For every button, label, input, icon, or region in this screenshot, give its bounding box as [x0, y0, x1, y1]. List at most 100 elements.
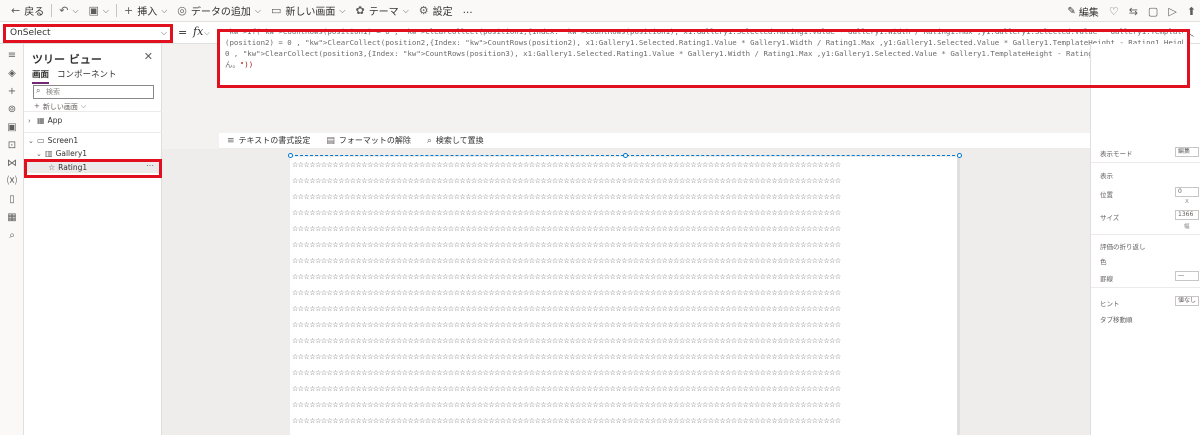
formula-line-2: (position2) = 0 , "kw">ClearCollect(posi… [225, 38, 1183, 47]
divider [1091, 234, 1200, 235]
tree-search-input[interactable]: ⌕ 検索 [33, 85, 154, 99]
find-replace-button[interactable]: ⌕ 検索して置換 [427, 135, 484, 146]
data-icon[interactable]: ⊚ [6, 104, 18, 116]
tree-view-title: ツリー ビュー [32, 53, 102, 66]
more-button[interactable]: … [458, 0, 478, 22]
new-screen-icon: ▭ [270, 4, 282, 17]
hamburger-icon[interactable]: ≡ [6, 50, 18, 62]
rating-row[interactable]: ☆☆☆☆☆☆☆☆☆☆☆☆☆☆☆☆☆☆☆☆☆☆☆☆☆☆☆☆☆☆☆☆☆☆☆☆☆☆☆☆… [292, 273, 958, 282]
automate-icon[interactable]: ⊡ [6, 140, 18, 152]
formula-line-3: 0 , "kw">ClearCollect(position3,{Index: … [225, 49, 1183, 58]
chevron-down-icon: ⌄ [36, 149, 42, 158]
command-bar: ← 戻る ↶ ⌵ ▣ ⌵ + 挿入 ⌵ ◎ データの追加 ⌵ ▭ 新しい画面 ⌵ ✿ テーマ ⌵ ⚙ 設… [0, 0, 1200, 22]
theme-button[interactable]: ✿ テーマ ⌵ [350, 0, 413, 22]
tree-node-gallery1[interactable]: ⌄ ▥ Gallery1 [36, 149, 87, 158]
tree-node-rating1-row[interactable]: ☆ Rating1 ⋯ [26, 161, 160, 173]
size-width-input[interactable]: 1366 [1175, 210, 1199, 220]
search-icon: ⌕ [36, 86, 41, 95]
gear-icon: ⚙ [418, 4, 429, 17]
storage-icon[interactable]: ▯ [6, 194, 18, 206]
comment-icon[interactable]: ▢ [1148, 5, 1158, 18]
screen-icon: ▭ [37, 136, 45, 145]
design-canvas[interactable]: ☆☆☆☆☆☆☆☆☆☆☆☆☆☆☆☆☆☆☆☆☆☆☆☆☆☆☆☆☆☆☆☆☆☆☆☆☆☆☆☆… [162, 149, 1090, 435]
stethoscope-icon[interactable]: ♡ [1109, 5, 1119, 18]
resize-handle[interactable] [957, 153, 962, 158]
rating-row[interactable]: ☆☆☆☆☆☆☆☆☆☆☆☆☆☆☆☆☆☆☆☆☆☆☆☆☆☆☆☆☆☆☆☆☆☆☆☆☆☆☆☆… [292, 369, 958, 378]
rating-icon: ☆ [48, 163, 56, 172]
toolbar-divider [116, 4, 117, 17]
size-label: サイズ [1100, 214, 1120, 222]
more-options-icon[interactable]: ⋯ [146, 161, 154, 170]
rating-wrap-label: 評価の折り返し [1100, 243, 1146, 251]
publish-icon[interactable]: ⬆ [1187, 5, 1196, 18]
back-button[interactable]: ← 戻る [6, 0, 49, 22]
rating-row[interactable]: ☆☆☆☆☆☆☆☆☆☆☆☆☆☆☆☆☆☆☆☆☆☆☆☆☆☆☆☆☆☆☆☆☆☆☆☆☆☆☆☆… [292, 353, 958, 362]
rating-row[interactable]: ☆☆☆☆☆☆☆☆☆☆☆☆☆☆☆☆☆☆☆☆☆☆☆☆☆☆☆☆☆☆☆☆☆☆☆☆☆☆☆☆… [292, 257, 958, 266]
new-screen-button[interactable]: ▭ 新しい画面 ⌵ [266, 0, 350, 22]
visible-label: 表示 [1100, 172, 1113, 180]
format-text-icon: ≡ [227, 135, 235, 146]
rating-row[interactable]: ☆☆☆☆☆☆☆☆☆☆☆☆☆☆☆☆☆☆☆☆☆☆☆☆☆☆☆☆☆☆☆☆☆☆☆☆☆☆☆☆… [292, 337, 958, 346]
tab-screens[interactable]: 画面 [32, 68, 50, 84]
paste-button[interactable]: ▣ ⌵ [84, 0, 114, 22]
tree-view-panel: ツリー ビュー ✕ 画面 コンポーネント ⌕ 検索 + 新しい画面 ⌵ › ▦ … [24, 44, 162, 435]
rating-row[interactable]: ☆☆☆☆☆☆☆☆☆☆☆☆☆☆☆☆☆☆☆☆☆☆☆☆☆☆☆☆☆☆☆☆☆☆☆☆☆☆☆☆… [292, 177, 958, 186]
hint-input[interactable]: 値なし [1175, 296, 1199, 306]
app-icon: ▦ [37, 116, 45, 125]
chevron-down-icon: ⌵ [254, 5, 261, 15]
tree-node-app[interactable]: › ▦ App [28, 116, 62, 125]
layers-icon[interactable]: ◈ [6, 68, 18, 80]
display-mode-dropdown[interactable]: 編集 [1175, 147, 1199, 157]
fx-button[interactable]: fx⌵ [193, 25, 217, 41]
clipboard-icon: ▣ [88, 4, 99, 17]
add-data-button[interactable]: ◎ データの追加 ⌵ [172, 0, 266, 22]
play-icon[interactable]: ▷ [1168, 5, 1176, 18]
rating-row[interactable]: ☆☆☆☆☆☆☆☆☆☆☆☆☆☆☆☆☆☆☆☆☆☆☆☆☆☆☆☆☆☆☆☆☆☆☆☆☆☆☆☆… [292, 417, 958, 426]
rating-row[interactable]: ☆☆☆☆☆☆☆☆☆☆☆☆☆☆☆☆☆☆☆☆☆☆☆☆☆☆☆☆☆☆☆☆☆☆☆☆☆☆☆☆… [292, 225, 958, 234]
variables-icon[interactable]: ⒳ [6, 176, 18, 188]
insert-plus-icon[interactable]: + [6, 86, 18, 98]
plus-icon: + [124, 4, 134, 17]
palette-icon: ✿ [355, 4, 365, 17]
rating-row[interactable]: ☆☆☆☆☆☆☆☆☆☆☆☆☆☆☆☆☆☆☆☆☆☆☆☆☆☆☆☆☆☆☆☆☆☆☆☆☆☆☆☆… [292, 289, 958, 298]
undo-button[interactable]: ↶ ⌵ [54, 0, 83, 22]
gallery-icon: ▥ [45, 149, 53, 158]
divider [24, 132, 162, 133]
insert-button[interactable]: + 挿入 ⌵ [119, 0, 172, 22]
size-width-caption: 幅 [1184, 224, 1190, 230]
color-label: 色 [1100, 258, 1107, 266]
resize-handle[interactable] [288, 153, 293, 158]
connector-icon[interactable]: ⋈ [6, 158, 18, 170]
chevron-down-icon: ⌵ [402, 5, 409, 15]
close-icon[interactable]: ✕ [144, 50, 153, 63]
format-text-button[interactable]: ≡ テキストの書式設定 [227, 135, 310, 146]
settings-button[interactable]: ⚙ 設定 [414, 0, 458, 22]
undo-icon: ↶ [59, 4, 69, 17]
edit-button[interactable]: ✎ 編集 [1067, 4, 1098, 19]
tab-index-label: タブ移動順 [1100, 316, 1133, 324]
tab-components[interactable]: コンポーネント [57, 68, 117, 84]
position-x-input[interactable]: 0 [1175, 187, 1199, 197]
table-icon[interactable]: ▦ [6, 212, 18, 224]
rating-row[interactable]: ☆☆☆☆☆☆☆☆☆☆☆☆☆☆☆☆☆☆☆☆☆☆☆☆☆☆☆☆☆☆☆☆☆☆☆☆☆☆☆☆… [292, 321, 958, 330]
screen1-canvas[interactable]: ☆☆☆☆☆☆☆☆☆☆☆☆☆☆☆☆☆☆☆☆☆☆☆☆☆☆☆☆☆☆☆☆☆☆☆☆☆☆☆☆… [290, 157, 960, 435]
formula-editor[interactable]: "kw">If("kw">CountRows(position1) = 0 , … [219, 23, 1189, 87]
rating-row[interactable]: ☆☆☆☆☆☆☆☆☆☆☆☆☆☆☆☆☆☆☆☆☆☆☆☆☆☆☆☆☆☆☆☆☆☆☆☆☆☆☆☆… [292, 385, 958, 394]
rating-row[interactable]: ☆☆☆☆☆☆☆☆☆☆☆☆☆☆☆☆☆☆☆☆☆☆☆☆☆☆☆☆☆☆☆☆☆☆☆☆☆☆☆☆… [292, 209, 958, 218]
rating-row[interactable]: ☆☆☆☆☆☆☆☆☆☆☆☆☆☆☆☆☆☆☆☆☆☆☆☆☆☆☆☆☆☆☆☆☆☆☆☆☆☆☆☆… [292, 401, 958, 410]
search-icon[interactable]: ⌕ [6, 230, 18, 242]
share-icon[interactable]: ⇆ [1129, 5, 1138, 18]
tree-node-screen1[interactable]: ⌄ ▭ Screen1 [28, 136, 78, 145]
divider [24, 111, 162, 112]
border-style-dropdown[interactable]: ― [1175, 271, 1199, 281]
rating-row[interactable]: ☆☆☆☆☆☆☆☆☆☆☆☆☆☆☆☆☆☆☆☆☆☆☆☆☆☆☆☆☆☆☆☆☆☆☆☆☆☆☆☆… [292, 305, 958, 314]
divider [1091, 162, 1200, 163]
database-icon: ◎ [177, 4, 187, 17]
remove-format-button[interactable]: ▤ フォーマットの解除 [326, 135, 411, 146]
media-icon[interactable]: ▣ [6, 122, 18, 134]
resize-handle[interactable] [623, 153, 628, 158]
rating-row[interactable]: ☆☆☆☆☆☆☆☆☆☆☆☆☆☆☆☆☆☆☆☆☆☆☆☆☆☆☆☆☆☆☆☆☆☆☆☆☆☆☆☆… [292, 241, 958, 250]
rating-row[interactable]: ☆☆☆☆☆☆☆☆☆☆☆☆☆☆☆☆☆☆☆☆☆☆☆☆☆☆☆☆☆☆☆☆☆☆☆☆☆☆☆☆… [292, 161, 958, 170]
rating-row[interactable]: ☆☆☆☆☆☆☆☆☆☆☆☆☆☆☆☆☆☆☆☆☆☆☆☆☆☆☆☆☆☆☆☆☆☆☆☆☆☆☆☆… [292, 193, 958, 202]
property-dropdown[interactable]: OnSelect ⌵ [5, 26, 171, 42]
